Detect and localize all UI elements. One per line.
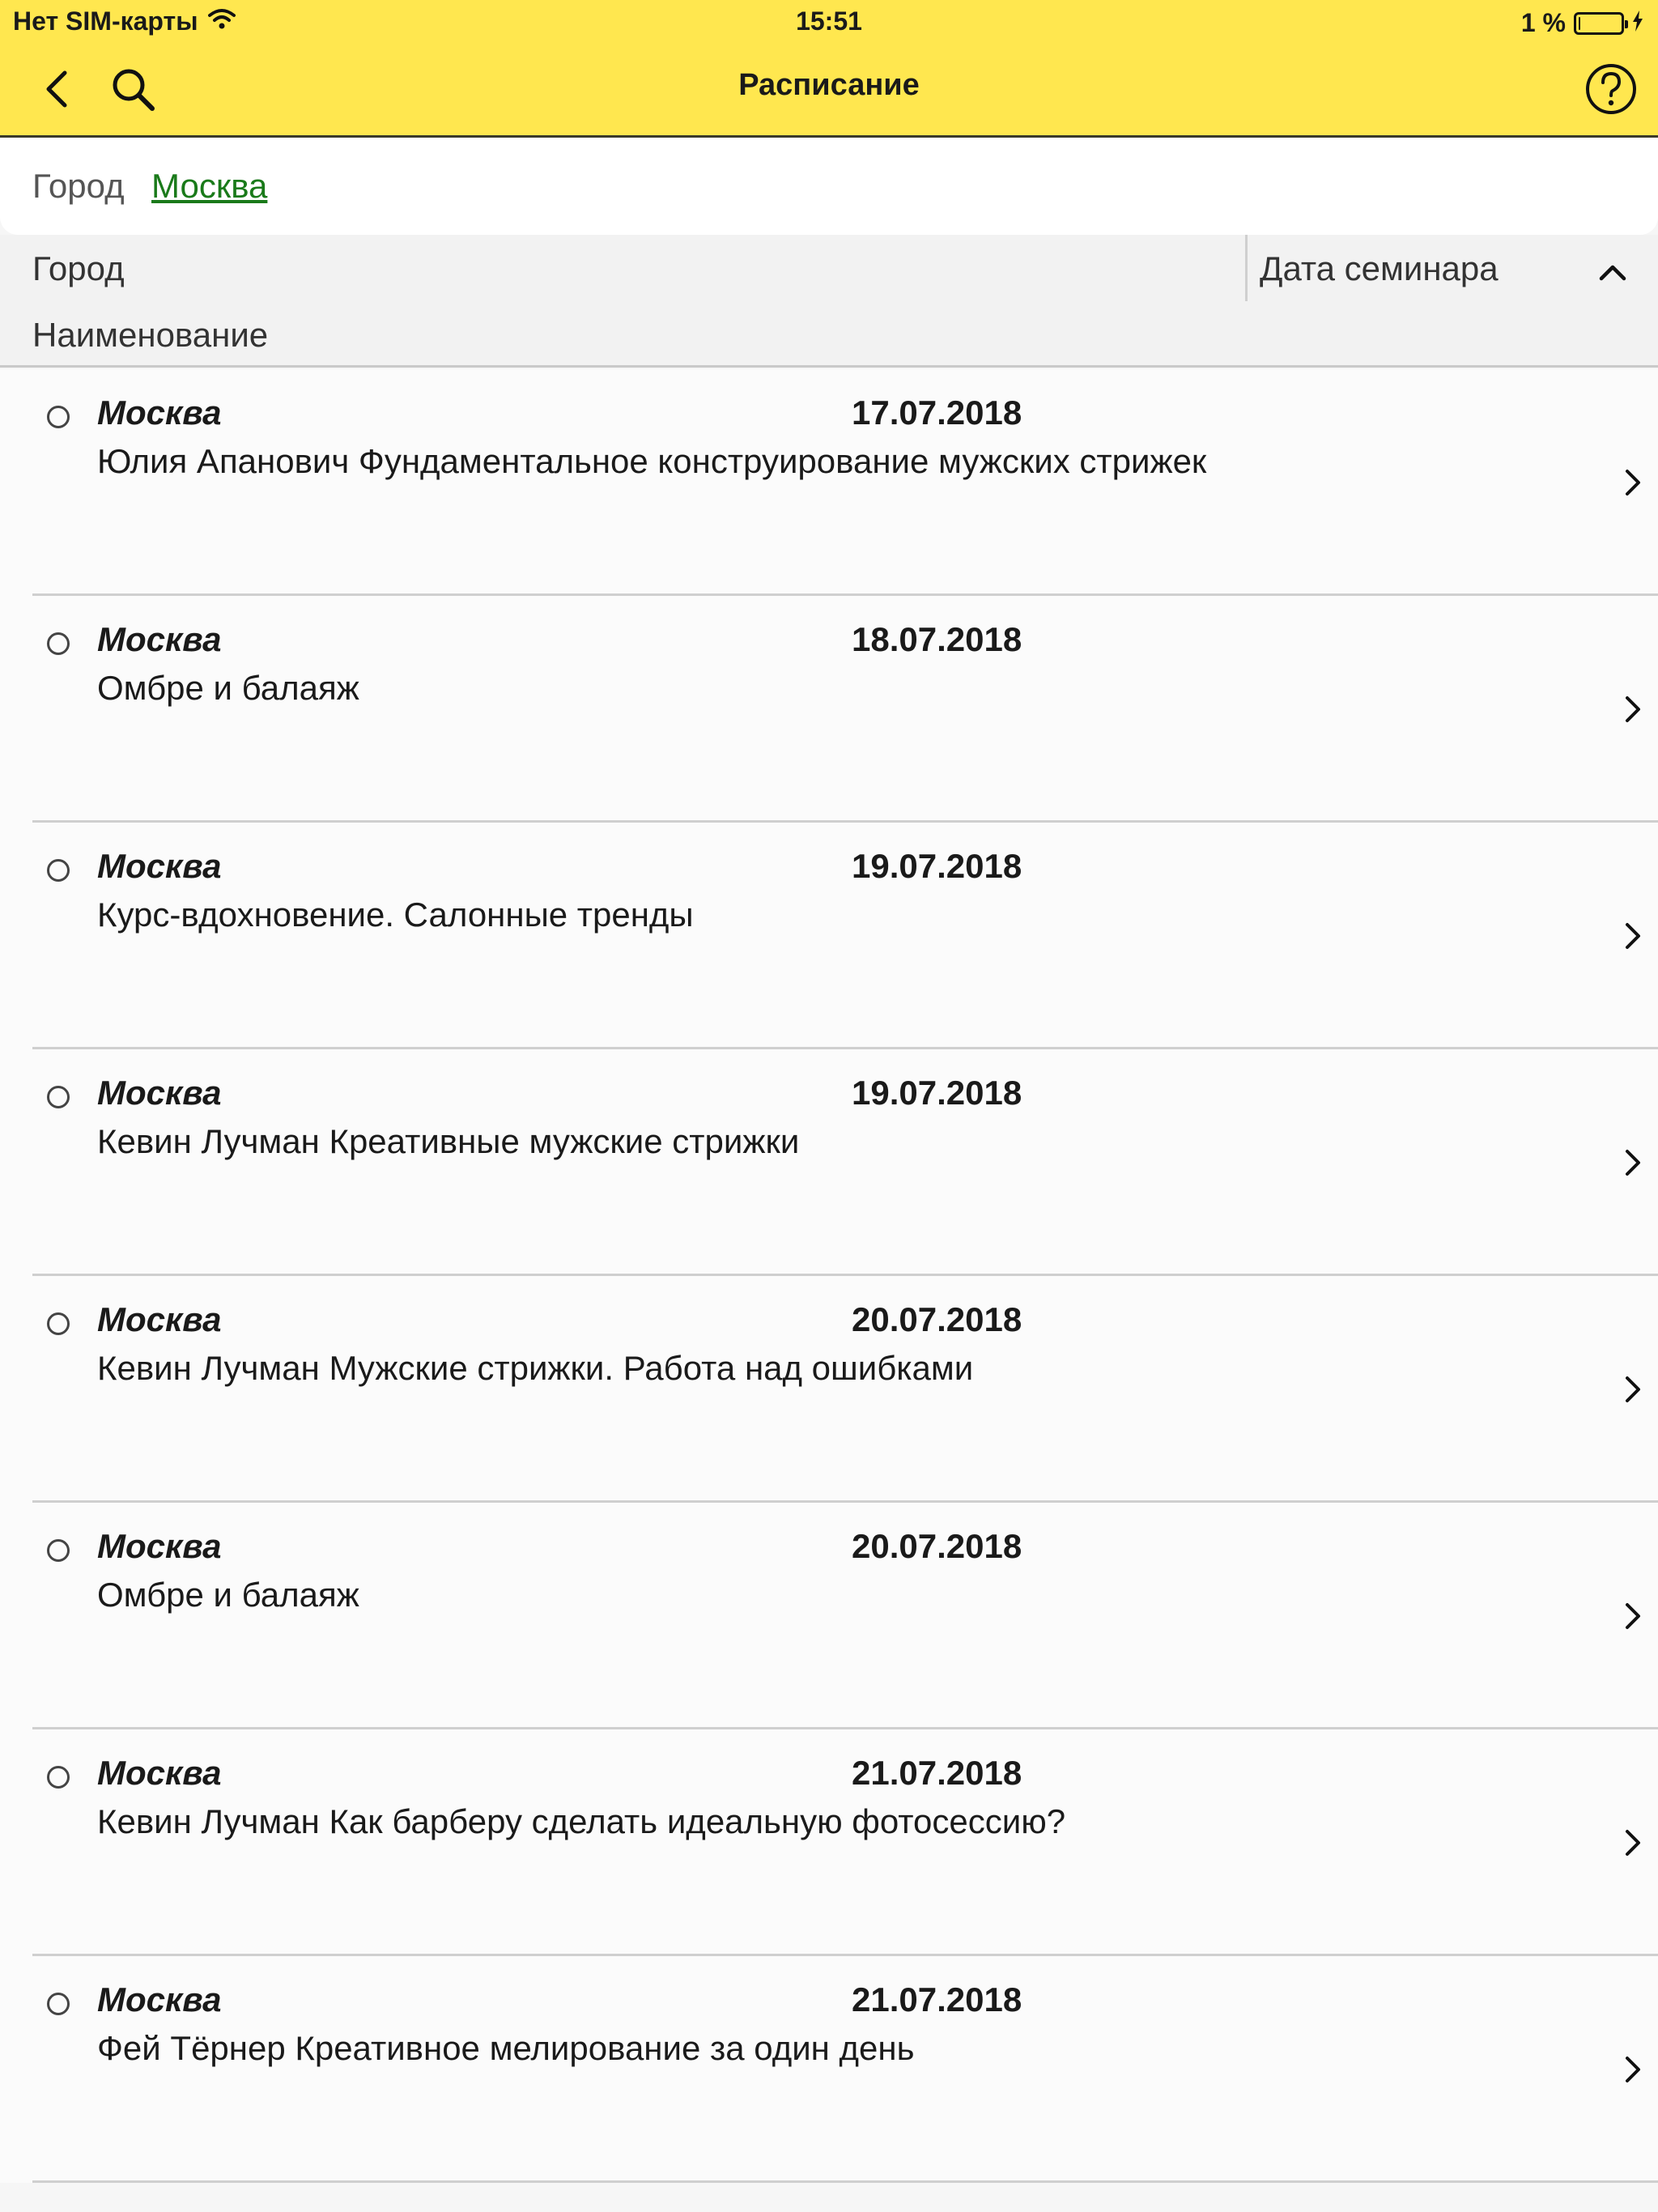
row-name: Кевин Лучман Мужские стрижки. Работа над… (97, 1349, 974, 1387)
chevron-up-icon[interactable] (1595, 254, 1630, 290)
column-city[interactable]: Город (32, 249, 125, 288)
radio-button[interactable] (47, 859, 70, 882)
row-city: Москва (97, 1527, 222, 1565)
help-icon (1585, 63, 1637, 119)
row-date: 21.07.2018 (852, 1980, 1022, 2018)
row-name: Кевин Лучман Креативные мужские стрижки (97, 1122, 800, 1160)
list-item[interactable]: Москва 20.07.2018 Кевин Лучман Мужские с… (0, 1276, 1658, 1503)
filter-city-link[interactable]: Москва (151, 167, 267, 206)
column-divider (1245, 235, 1248, 301)
charging-icon (1632, 8, 1643, 38)
row-separator (32, 2180, 1658, 2183)
column-date[interactable]: Дата семинара (1260, 249, 1499, 288)
top-bar: Нет SIM-карты 15:51 1 % Расписание (0, 0, 1658, 138)
row-name: Юлия Апанович Фундаментальное конструиро… (97, 442, 1207, 480)
battery-icon (1574, 11, 1628, 35)
radio-button[interactable] (47, 1312, 70, 1335)
row-city: Москва (97, 393, 222, 432)
row-date: 19.07.2018 (852, 847, 1022, 885)
list-item[interactable]: Москва 19.07.2018 Кевин Лучман Креативны… (0, 1049, 1658, 1276)
list-item[interactable]: Москва 19.07.2018 Курс-вдохновение. Сало… (0, 823, 1658, 1049)
seminar-list: Москва 17.07.2018 Юлия Апанович Фундамен… (0, 369, 1658, 2183)
chevron-right-icon[interactable] (1621, 918, 1645, 954)
radio-button[interactable] (47, 1993, 70, 2015)
row-date: 20.07.2018 (852, 1300, 1022, 1338)
chevron-right-icon[interactable] (1621, 465, 1645, 500)
radio-button[interactable] (47, 1766, 70, 1789)
radio-button[interactable] (47, 1086, 70, 1108)
row-date: 19.07.2018 (852, 1074, 1022, 1112)
row-city: Москва (97, 620, 222, 658)
row-date: 20.07.2018 (852, 1527, 1022, 1565)
list-item[interactable]: Москва 21.07.2018 Кевин Лучман Как барбе… (0, 1729, 1658, 1956)
column-header: Город Дата семинара Наименование (0, 235, 1658, 368)
row-date: 21.07.2018 (852, 1754, 1022, 1792)
help-button[interactable] (1582, 62, 1640, 120)
row-city: Москва (97, 847, 222, 885)
row-city: Москва (97, 1754, 222, 1792)
row-city: Москва (97, 1074, 222, 1112)
battery-indicator: 1 % (1521, 8, 1643, 38)
nav-bar: Расписание (0, 47, 1658, 136)
row-name: Омбре и балаяж (97, 1576, 359, 1614)
column-name[interactable]: Наименование (32, 316, 268, 355)
status-bar: Нет SIM-карты 15:51 1 % (0, 0, 1658, 47)
filter-label: Город (32, 167, 125, 205)
list-item[interactable]: Москва 17.07.2018 Юлия Апанович Фундамен… (0, 369, 1658, 596)
row-name: Кевин Лучман Как барберу сделать идеальн… (97, 1802, 1066, 1840)
status-time: 15:51 (796, 6, 862, 36)
city-filter: Город Москва (0, 138, 1658, 235)
radio-button[interactable] (47, 632, 70, 655)
page-title: Расписание (738, 68, 920, 102)
list-item[interactable]: Москва 18.07.2018 Омбре и балаяж (0, 596, 1658, 823)
chevron-right-icon[interactable] (1621, 1598, 1645, 1634)
row-name: Омбре и балаяж (97, 669, 359, 707)
radio-button[interactable] (47, 406, 70, 428)
battery-percent: 1 % (1520, 8, 1566, 37)
chevron-right-icon[interactable] (1621, 1145, 1645, 1180)
chevron-right-icon[interactable] (1621, 1825, 1645, 1861)
chevron-right-icon[interactable] (1621, 2052, 1645, 2087)
app-screen: Нет SIM-карты 15:51 1 % Расписание Город… (0, 0, 1658, 2212)
row-date: 18.07.2018 (852, 620, 1022, 658)
row-city: Москва (97, 1300, 222, 1338)
row-name: Фей Тёрнер Креативное мелирование за оди… (97, 2029, 915, 2067)
chevron-right-icon[interactable] (1621, 1372, 1645, 1407)
list-item[interactable]: Москва 20.07.2018 Омбре и балаяж (0, 1503, 1658, 1729)
row-city: Москва (97, 1980, 222, 2018)
chevron-right-icon[interactable] (1621, 691, 1645, 727)
row-date: 17.07.2018 (852, 393, 1022, 432)
list-item[interactable]: Москва 21.07.2018 Фей Тёрнер Креативное … (0, 1956, 1658, 2183)
radio-button[interactable] (47, 1539, 70, 1562)
row-name: Курс-вдохновение. Салонные тренды (97, 895, 694, 934)
